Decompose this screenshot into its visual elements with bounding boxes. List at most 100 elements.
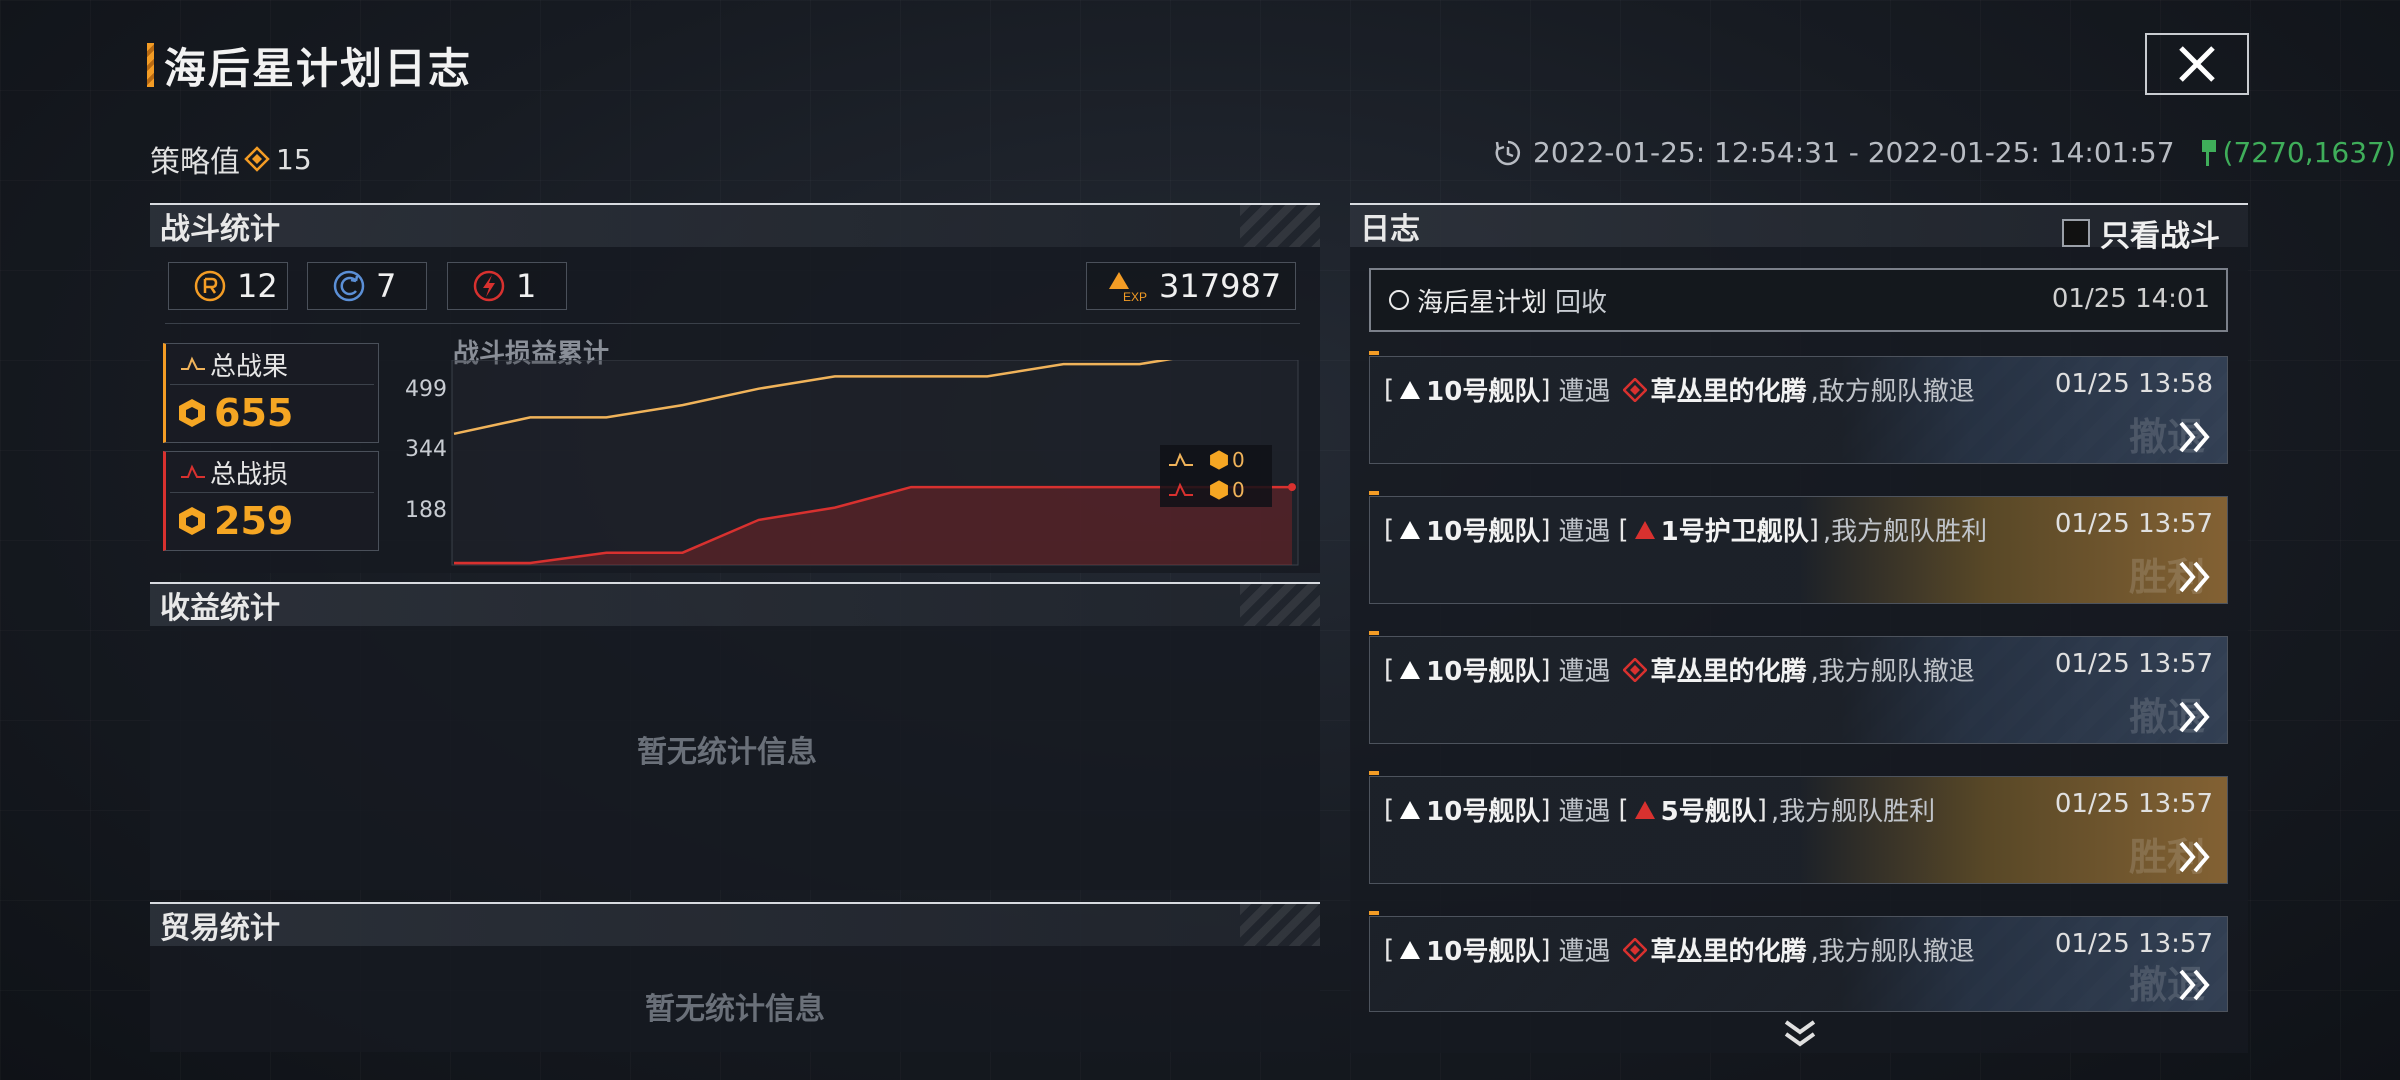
enemy-name: 草丛里的化腾 bbox=[1650, 937, 1807, 967]
battle-only-filter[interactable]: 只看战斗 bbox=[2062, 211, 2220, 255]
exp-value: 317987 bbox=[1159, 267, 1282, 305]
log-item[interactable]: [10号舰队] 遭遇 草丛里的化腾 ,我方舰队撤退 01/25 13:57 撤退 bbox=[1369, 911, 2228, 1012]
trade-stats-panel: 贸易统计 暂无统计信息 bbox=[150, 902, 1320, 1052]
log-action: 回收 bbox=[1555, 287, 1608, 318]
enemy-name: 1号护卫舰队 bbox=[1660, 517, 1809, 547]
total-loss-label-row: 总战损 bbox=[170, 452, 374, 493]
strategy-label: 策略值 bbox=[150, 145, 240, 180]
card-marker bbox=[1369, 491, 1379, 495]
npc-diamond-icon bbox=[1622, 377, 1647, 402]
log-time: 01/25 13:58 bbox=[2054, 369, 2213, 399]
encounter-verb: 遭遇 bbox=[1558, 657, 1611, 687]
chevron-right-icon[interactable] bbox=[2175, 559, 2215, 595]
log-item[interactable]: [10号舰队] 遭遇[1号护卫舰队] ,我方舰队胜利 01/25 13:57 胜利 bbox=[1369, 491, 2228, 604]
y-tick-label: 499 bbox=[405, 377, 447, 402]
bracket: [ bbox=[1384, 934, 1395, 965]
fleet-name: 10号舰队 bbox=[1426, 657, 1541, 687]
clock-icon bbox=[1495, 140, 1521, 165]
income-empty-message: 暂无统计信息 bbox=[637, 735, 817, 770]
chevron-right-icon[interactable] bbox=[2175, 967, 2215, 1003]
bracket: ] bbox=[1540, 374, 1551, 405]
log-item[interactable]: [10号舰队] 遭遇 草丛里的化腾 ,我方舰队撤退 01/25 13:57 撤退 bbox=[1369, 631, 2228, 744]
npc-diamond-icon bbox=[1622, 937, 1647, 962]
scroll-down-icon[interactable] bbox=[1780, 1018, 1820, 1050]
lightning-stat: 1 bbox=[447, 262, 567, 310]
cube-icon bbox=[1210, 480, 1228, 500]
fleet-icon bbox=[1400, 380, 1421, 399]
line-chart-icon bbox=[181, 464, 205, 478]
legend-loss-value: 0 bbox=[1232, 478, 1245, 502]
header-stripes bbox=[1240, 904, 1320, 946]
fleet-name: 10号舰队 bbox=[1426, 797, 1541, 827]
bracket: ] bbox=[1540, 514, 1551, 545]
diamond-icon bbox=[244, 146, 270, 172]
battle-stats-title: 战斗统计 bbox=[160, 212, 280, 247]
total-loss-row: 259 bbox=[166, 493, 378, 549]
log-item[interactable]: [10号舰队] 遭遇[5号舰队] ,我方舰队胜利 01/25 13:57 胜利 bbox=[1369, 771, 2228, 884]
loss-end-point bbox=[1288, 483, 1296, 492]
bracket: [ bbox=[1618, 514, 1629, 545]
encounter-verb: 遭遇 bbox=[1558, 517, 1611, 547]
bracket: ] bbox=[1540, 934, 1551, 965]
close-button[interactable] bbox=[2145, 33, 2249, 95]
coordinates-link[interactable]: (7270,1637) bbox=[2199, 136, 2396, 169]
fleet-icon bbox=[1400, 800, 1421, 819]
total-gain-row: 655 bbox=[166, 385, 378, 441]
retreat-count: 7 bbox=[376, 267, 397, 305]
card-marker bbox=[1369, 631, 1379, 635]
line-icon bbox=[1169, 482, 1193, 496]
header-stripes bbox=[1240, 584, 1320, 626]
pvp-icon bbox=[194, 270, 226, 302]
stats-divider bbox=[165, 323, 1300, 324]
battle-result: ,我方舰队胜利 bbox=[1822, 517, 1988, 547]
income-stats-header: 收益统计 bbox=[150, 582, 1320, 626]
fleet-icon bbox=[1400, 660, 1421, 679]
pvp-count: 12 bbox=[237, 267, 278, 305]
total-gain-label-row: 总战果 bbox=[170, 344, 374, 385]
cube-icon bbox=[179, 399, 205, 427]
chevron-right-icon[interactable] bbox=[2175, 839, 2215, 875]
line-chart-icon bbox=[181, 356, 205, 370]
title-bar: 海后星计划日志 bbox=[147, 43, 472, 93]
log-line: [10号舰队] 遭遇 草丛里的化腾 ,我方舰队撤退 bbox=[1384, 931, 1983, 968]
enemy-fleet-icon bbox=[1634, 800, 1655, 819]
battle-stats-header: 战斗统计 bbox=[150, 203, 1320, 247]
card-marker bbox=[1369, 911, 1379, 915]
log-time: 01/25 13:57 bbox=[2054, 789, 2213, 819]
pvp-stat: 12 bbox=[168, 262, 288, 310]
trade-stats-title: 贸易统计 bbox=[160, 911, 280, 946]
npc-diamond-icon bbox=[1622, 657, 1647, 682]
log-item[interactable]: [10号舰队] 遭遇 草丛里的化腾 ,敌方舰队撤退 01/25 13:58 撤退 bbox=[1369, 351, 2228, 464]
cube-icon bbox=[1210, 450, 1228, 470]
bracket: [ bbox=[1618, 794, 1629, 825]
bracket: ] bbox=[1540, 654, 1551, 685]
battle-result: ,我方舰队撤退 bbox=[1810, 657, 1975, 687]
lightning-count: 1 bbox=[516, 267, 537, 305]
log-time: 01/25 13:57 bbox=[2054, 649, 2213, 679]
log-item[interactable]: 海后星计划 回收 01/25 14:01 bbox=[1369, 268, 2228, 332]
y-tick-label: 344 bbox=[405, 437, 447, 462]
chevron-right-icon[interactable] bbox=[2175, 419, 2215, 455]
fleet-icon bbox=[1400, 520, 1421, 539]
legend-loss-row: 0 bbox=[1160, 475, 1272, 505]
income-stats-title: 收益统计 bbox=[160, 591, 280, 626]
bracket: ] bbox=[1808, 514, 1819, 545]
exp-stat: EXP 317987 bbox=[1086, 262, 1296, 310]
battle-result: ,我方舰队胜利 bbox=[1770, 797, 1936, 827]
log-line: [10号舰队] 遭遇[1号护卫舰队] ,我方舰队胜利 bbox=[1384, 511, 1995, 548]
retreat-icon bbox=[333, 270, 365, 302]
cube-icon bbox=[179, 507, 205, 535]
exp-icon: EXP bbox=[1109, 272, 1147, 303]
strategy-number: 15 bbox=[276, 142, 312, 176]
log-title: 日志 bbox=[1360, 212, 1420, 247]
trade-stats-header: 贸易统计 bbox=[150, 902, 1320, 946]
battle-only-checkbox[interactable] bbox=[2062, 219, 2090, 247]
log-plan-name: 海后星计划 bbox=[1417, 287, 1548, 318]
log-line: [10号舰队] 遭遇[5号舰队] ,我方舰队胜利 bbox=[1384, 791, 1943, 828]
page-title: 海后星计划日志 bbox=[164, 43, 473, 93]
trade-empty-message: 暂无统计信息 bbox=[645, 992, 825, 1027]
log-time: 01/25 13:57 bbox=[2054, 509, 2213, 539]
time-range: 2022-01-25: 12:54:31 - 2022-01-25: 14:01… bbox=[1493, 136, 2396, 169]
chevron-right-icon[interactable] bbox=[2175, 699, 2215, 735]
log-time: 01/25 14:01 bbox=[2051, 284, 2210, 314]
